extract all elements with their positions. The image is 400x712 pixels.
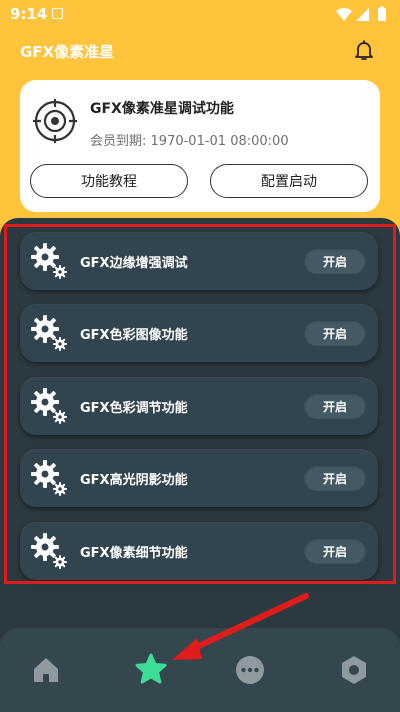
status-bar: 9:14 (0, 0, 400, 28)
enable-toggle-button[interactable]: 开启 (304, 465, 366, 491)
enable-toggle-button[interactable]: 开启 (304, 538, 366, 564)
membership-label: 会员到期: (90, 134, 147, 149)
wifi-icon (336, 8, 352, 21)
card-title: GFX像素准星调试功能 (90, 101, 234, 117)
membership-expiry: 会员到期: 1970-01-01 08:00:00 (90, 130, 289, 149)
hexagon-icon[interactable] (338, 654, 370, 686)
gear-icon (31, 533, 67, 569)
crosshair-icon (33, 99, 77, 143)
enable-toggle-button[interactable]: 开启 (304, 248, 366, 274)
gear-icon (31, 315, 67, 351)
battery-icon (378, 8, 386, 21)
tutorial-button[interactable]: 功能教程 (30, 164, 188, 198)
bottom-nav (0, 628, 400, 712)
home-icon[interactable] (30, 654, 62, 686)
feature-label: GFX色彩图像功能 (80, 328, 188, 343)
signal-icon (356, 8, 369, 21)
feature-label: GFX高光阴影功能 (80, 473, 188, 488)
gear-icon (31, 388, 67, 424)
star-icon[interactable] (134, 652, 168, 686)
enable-toggle-button[interactable]: 开启 (304, 320, 366, 346)
status-icons (336, 6, 386, 21)
feature-row: GFX色彩调节功能 开启 (20, 377, 378, 435)
gear-icon (31, 460, 67, 496)
more-icon[interactable] (234, 654, 266, 686)
feature-label: GFX边缘增强调试 (80, 256, 188, 271)
feature-label: GFX像素细节功能 (80, 546, 188, 561)
feature-row: GFX色彩图像功能 开启 (20, 304, 378, 362)
status-time: 9:14 (10, 5, 48, 23)
enable-toggle-button[interactable]: 开启 (304, 393, 366, 419)
info-card: GFX像素准星调试功能 会员到期: 1970-01-01 08:00:00 功能… (20, 80, 380, 212)
notification-icon (52, 8, 63, 19)
feature-row: GFX像素细节功能 开启 (20, 522, 378, 580)
membership-value: 1970-01-01 08:00:00 (150, 134, 289, 149)
bell-icon[interactable] (352, 38, 376, 62)
app-title: GFX像素准星 (20, 43, 115, 61)
feature-row: GFX高光阴影功能 开启 (20, 449, 378, 507)
gear-icon (31, 243, 67, 279)
feature-row: GFX边缘增强调试 开启 (20, 232, 378, 290)
feature-label: GFX色彩调节功能 (80, 401, 188, 416)
config-launch-button[interactable]: 配置启动 (210, 164, 368, 198)
